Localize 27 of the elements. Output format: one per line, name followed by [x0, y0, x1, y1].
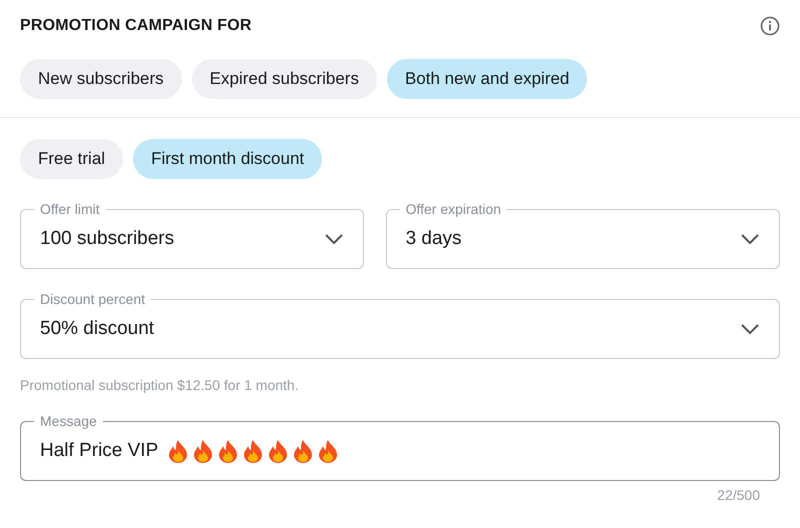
- info-icon[interactable]: [760, 16, 780, 36]
- field-value: 50% discount: [40, 318, 154, 340]
- field-value: 3 days: [406, 228, 462, 250]
- audience-chip[interactable]: Both new and expired: [386, 59, 588, 99]
- select-field[interactable]: Offer expiration 3 days: [386, 200, 780, 269]
- fire-icon: [217, 439, 240, 463]
- fire-icon: [267, 439, 290, 463]
- offer-type-chip[interactable]: Free trial: [20, 139, 124, 179]
- audience-chip[interactable]: Expired subscribers: [192, 59, 377, 99]
- field-value: 100 subscribers: [40, 228, 174, 250]
- fire-icon: [242, 439, 264, 463]
- character-counter: 22/500: [717, 487, 760, 503]
- fire-icon: [292, 439, 314, 463]
- helper-text: Promotional subscription $12.50 for 1 month.: [20, 377, 300, 393]
- section-title: PROMOTION CAMPAIGN FOR: [20, 17, 252, 35]
- chevron-down-icon: [740, 233, 760, 245]
- message-text: Half Price VIP: [40, 440, 158, 462]
- audience-chip[interactable]: New subscribers: [20, 59, 182, 99]
- chevron-down-icon: [740, 323, 760, 335]
- fire-icon: [317, 439, 340, 463]
- fire-icon: [167, 439, 190, 463]
- select-field[interactable]: Discount percent 50% discount: [20, 290, 780, 359]
- offer-type-chip[interactable]: First month discount: [133, 139, 322, 179]
- message-field[interactable]: Message Half Price VIP: [20, 412, 780, 481]
- chevron-down-icon: [324, 233, 344, 245]
- fire-icon: [192, 439, 214, 463]
- select-field[interactable]: Offer limit 100 subscribers: [20, 200, 364, 269]
